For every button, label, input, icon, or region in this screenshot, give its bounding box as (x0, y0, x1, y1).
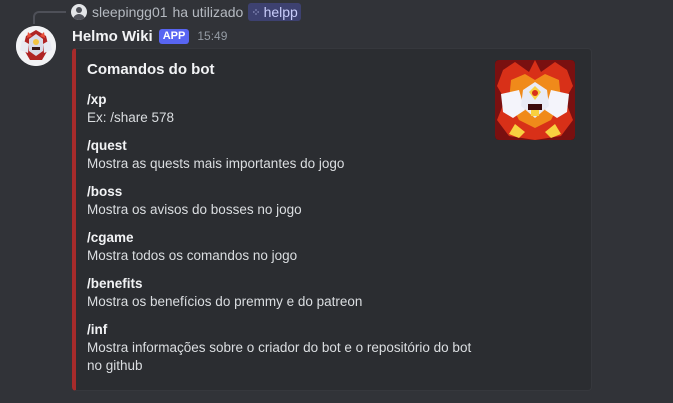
embed-fields: /xp Ex: /share 578 /quest Mostra as ques… (87, 91, 487, 385)
field-name: /boss (87, 184, 123, 199)
field-name: /xp (87, 92, 107, 107)
reply-context: sleepingg01 ha utilizado ⁘ helpp (71, 2, 301, 22)
command-name: helpp (263, 4, 298, 20)
embed-field: /cgame Mostra todos os comandos no jogo (87, 229, 487, 265)
field-value: Mostra os avisos do bosses no jogo (87, 202, 302, 217)
field-name: /cgame (87, 230, 134, 245)
embed-field: /quest Mostra as quests mais importantes… (87, 137, 487, 173)
slash-command-icon: ⁘ (251, 6, 261, 19)
command-mention[interactable]: ⁘ helpp (248, 3, 301, 21)
embed-field: /boss Mostra os avisos do bosses no jogo (87, 183, 487, 219)
field-value: Ex: /share 578 (87, 110, 175, 125)
embed-field: /benefits Mostra os benefícios do premmy… (87, 275, 487, 311)
field-value: Mostra informações sobre o criador do bo… (87, 340, 472, 373)
reply-used-text: ha utilizado (172, 4, 244, 20)
field-value: Mostra as quests mais importantes do jog… (87, 156, 345, 171)
field-name: /benefits (87, 276, 143, 291)
reply-connector (33, 11, 66, 24)
embed-title: Comandos do bot (87, 61, 215, 78)
reply-user-avatar[interactable] (71, 4, 87, 20)
embed-thumbnail[interactable] (495, 60, 575, 140)
app-badge: APP (158, 28, 190, 44)
field-value: Mostra todos os comandos no jogo (87, 248, 298, 263)
field-name: /quest (87, 138, 127, 153)
bot-username[interactable]: Helmo Wiki (72, 28, 153, 45)
bot-avatar[interactable] (16, 26, 56, 66)
message-timestamp[interactable]: 15:49 (197, 29, 227, 43)
field-value: Mostra os benefícios do premmy e do patr… (87, 294, 363, 309)
reply-username[interactable]: sleepingg01 (92, 4, 168, 20)
embed-field: /xp Ex: /share 578 (87, 91, 487, 127)
field-name: /inf (87, 322, 108, 337)
help-embed: Comandos do bot /xp Ex: /share 578 /ques… (72, 48, 592, 391)
message-header: Helmo Wiki APP 15:49 (72, 26, 227, 46)
embed-field: /inf Mostra informações sobre o criador … (87, 321, 487, 375)
